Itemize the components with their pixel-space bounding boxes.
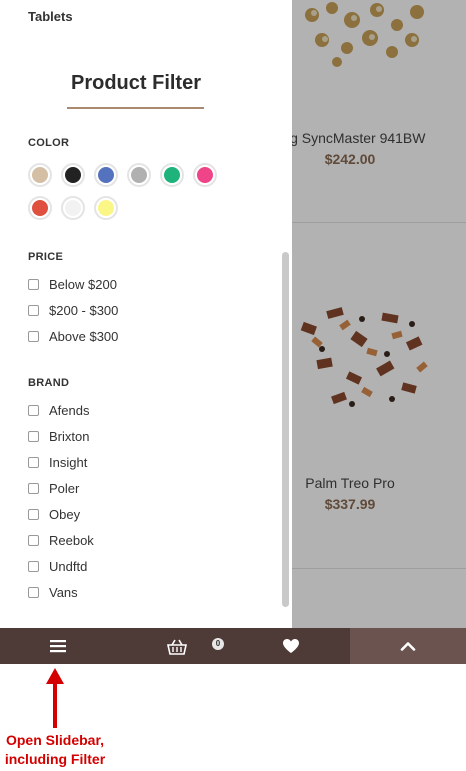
cart-button[interactable]: 0 — [117, 628, 234, 664]
open-sidebar-button[interactable] — [0, 628, 117, 664]
brand-option[interactable]: Obey — [28, 505, 80, 523]
checkbox[interactable] — [28, 586, 39, 598]
brand-option[interactable]: Poler — [28, 479, 79, 497]
annotation-line-2: including Filter — [4, 751, 106, 767]
bottom-toolbar: 0 — [0, 628, 466, 664]
color-swatch-blue[interactable] — [94, 163, 118, 187]
price-option[interactable]: $200 - $300 — [28, 301, 118, 319]
sidebar-scrollbar[interactable] — [282, 252, 289, 607]
price-option[interactable]: Below $200 — [28, 275, 117, 293]
color-swatch-gray[interactable] — [127, 163, 151, 187]
swatch-dot — [32, 200, 48, 216]
annotation-line-1: Open Slidebar, — [5, 732, 105, 748]
brand-option[interactable]: Undftd — [28, 557, 87, 575]
option-label: Poler — [49, 480, 80, 496]
brand-option[interactable]: Insight — [28, 453, 87, 471]
checkbox[interactable] — [28, 304, 39, 316]
swatch-dot — [164, 167, 180, 183]
option-label: Afends — [49, 402, 90, 418]
brand-option[interactable]: Afends — [28, 401, 89, 419]
color-swatch-green[interactable] — [160, 163, 184, 187]
app-viewport: ung SyncMaster 941BW $242.00 Palm Treo P… — [0, 0, 466, 771]
color-swatch-black[interactable] — [61, 163, 85, 187]
option-label: Insight — [49, 454, 88, 470]
option-label: Reebok — [49, 532, 94, 548]
color-heading: COLOR — [28, 137, 70, 149]
checkbox[interactable] — [28, 278, 39, 290]
swatch-dot — [65, 167, 81, 183]
filter-title: Product Filter — [70, 72, 201, 94]
chevron-up-icon — [400, 642, 416, 651]
option-label: Above $300 — [49, 328, 119, 344]
option-label: $200 - $300 — [49, 302, 119, 318]
wishlist-button[interactable] — [233, 628, 350, 664]
option-label: Below $200 — [49, 276, 117, 292]
checkbox[interactable] — [28, 330, 39, 342]
checkbox[interactable] — [28, 404, 39, 416]
checkbox[interactable] — [28, 430, 39, 442]
color-swatch-yellow[interactable] — [94, 196, 118, 220]
checkbox[interactable] — [28, 456, 39, 468]
swatch-dot — [65, 200, 81, 216]
brand-option[interactable]: Vans — [28, 583, 78, 601]
shopping-basket-icon — [167, 639, 187, 655]
brand-option[interactable]: Reebok — [28, 531, 94, 549]
color-swatch-white[interactable] — [61, 196, 85, 220]
swatch-dot — [197, 167, 213, 183]
checkbox[interactable] — [28, 508, 39, 520]
option-label: Undftd — [49, 558, 88, 574]
option-label: Brixton — [49, 428, 90, 444]
checkbox[interactable] — [28, 482, 39, 494]
swatch-dot — [98, 167, 114, 183]
color-swatch-red[interactable] — [28, 196, 52, 220]
category-link-tablets[interactable]: Tablets — [28, 9, 73, 24]
checkbox[interactable] — [28, 534, 39, 546]
cart-count-badge: 0 — [212, 638, 224, 650]
color-swatch-beige[interactable] — [28, 163, 52, 187]
swatch-dot — [131, 167, 147, 183]
swatch-dot — [32, 167, 48, 183]
checkbox[interactable] — [28, 560, 39, 572]
brand-heading: BRAND — [28, 377, 70, 389]
option-label: Vans — [49, 584, 78, 600]
heart-icon — [283, 639, 300, 653]
annotation-arrow-icon — [46, 668, 64, 728]
hamburger-menu-icon — [50, 640, 67, 653]
price-option[interactable]: Above $300 — [28, 327, 118, 345]
swatch-dot — [98, 200, 114, 216]
brand-option[interactable]: Brixton — [28, 427, 89, 445]
scroll-to-top-button[interactable] — [349, 628, 466, 664]
option-label: Obey — [49, 506, 81, 522]
filter-sidebar: Tablets Product Filter COLOR PRICE Below… — [0, 0, 292, 628]
title-underline — [67, 107, 204, 109]
color-swatch-pink[interactable] — [193, 163, 217, 187]
price-heading: PRICE — [28, 251, 64, 263]
